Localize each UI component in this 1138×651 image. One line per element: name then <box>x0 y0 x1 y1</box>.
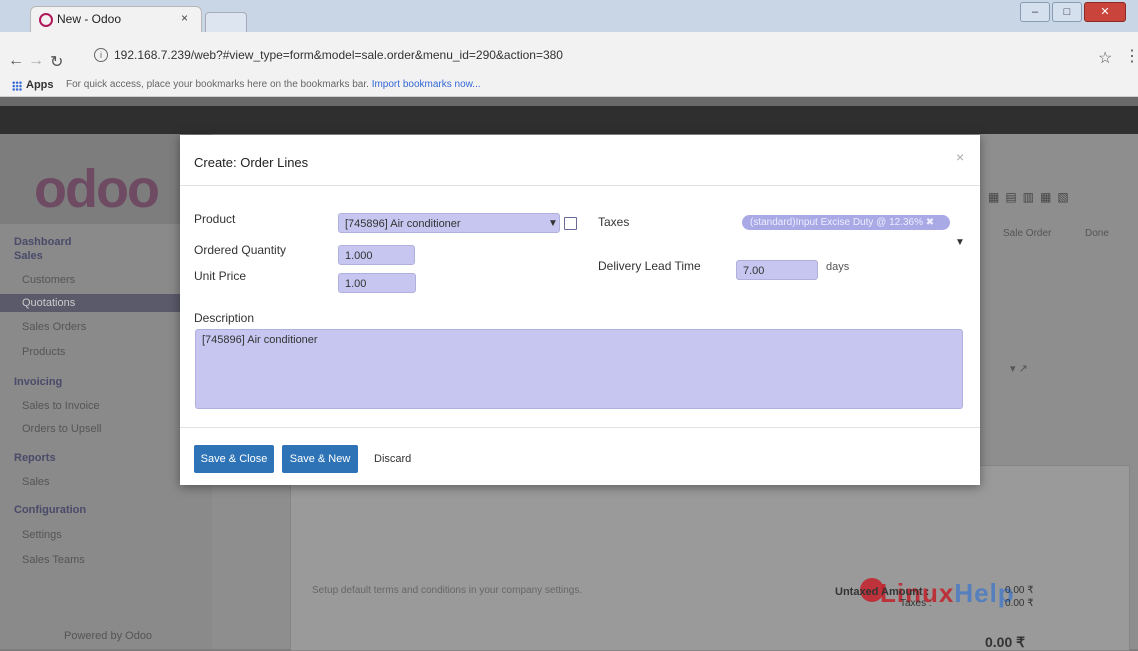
delivery-lead-time-label: Delivery Lead Time <box>598 259 701 273</box>
tax-tag[interactable]: (standard)Input Excise Duty @ 12.36% ✖ <box>742 215 950 230</box>
browser-tab[interactable]: New - Odoo × <box>30 6 202 33</box>
unit-price-label: Unit Price <box>194 269 247 283</box>
dialog-footer-divider <box>180 427 980 428</box>
page-top-strip <box>0 97 1138 106</box>
external-link-icon[interactable] <box>564 217 577 230</box>
ordered-quantity-label: Ordered Quantity <box>194 243 287 257</box>
bookmarks-bar: Apps For quick access, place your bookma… <box>0 76 1138 97</box>
sidebar-item-sales-teams[interactable]: Sales Teams <box>22 554 85 566</box>
dialog-close-icon[interactable]: × <box>956 149 964 165</box>
url-field[interactable]: i 192.168.7.239/web?#view_type=form&mode… <box>92 44 1092 68</box>
odoo-favicon-icon <box>39 13 53 27</box>
total-amount: 0.00 ₹ <box>985 634 1026 650</box>
view-switcher-icons[interactable]: ▦▤▥▦▧ <box>988 190 1075 204</box>
dialog-header-divider <box>180 185 980 186</box>
untaxed-amount-label: Untaxed Amount : <box>835 586 930 598</box>
url-text: 192.168.7.239/web?#view_type=form&model=… <box>114 48 563 62</box>
ordered-quantity-input[interactable]: 1.000 <box>338 245 415 265</box>
dialog-title: Create: Order Lines <box>194 155 309 170</box>
powered-by-odoo[interactable]: Powered by Odoo <box>64 630 152 642</box>
bg-dropdown-icon: ▾ ↗ <box>1010 363 1028 375</box>
discard-button[interactable]: Discard <box>374 453 411 465</box>
bookmarks-hint: For quick access, place your bookmarks h… <box>66 79 481 90</box>
order-line-dialog: Create: Order Lines × Product [745896] A… <box>180 135 980 485</box>
status-done: Done <box>1085 228 1109 239</box>
reload-icon[interactable]: ↻ <box>50 52 63 72</box>
menu-kebab-icon[interactable]: ⋮ <box>1124 46 1138 66</box>
back-arrow-icon[interactable]: ← <box>8 52 24 70</box>
taxes-label: Taxes <box>598 215 630 229</box>
tab-title: New - Odoo <box>57 12 122 26</box>
import-bookmarks-link[interactable]: Import bookmarks now... <box>372 79 481 90</box>
sidebar-item-reports-sales[interactable]: Sales <box>22 476 50 488</box>
window-controls: – □ ✕ <box>1020 2 1130 22</box>
product-select[interactable]: [745896] Air conditioner <box>338 213 560 233</box>
description-textarea[interactable]: [745896] Air conditioner <box>195 329 963 409</box>
sidebar-reports-heading: Reports <box>14 452 56 464</box>
sidebar-item-settings[interactable]: Settings <box>22 529 62 541</box>
sidebar-item-customers[interactable]: Customers <box>22 274 75 286</box>
odoo-logo: odoo <box>34 159 160 219</box>
info-icon[interactable]: i <box>94 48 108 62</box>
sidebar-sales-heading: Sales <box>14 250 43 262</box>
tab-close-icon[interactable]: × <box>181 11 188 25</box>
sidebar-item-quotations[interactable]: Quotations <box>22 297 75 309</box>
order-sheet <box>290 465 1130 651</box>
taxes-amount-label: Taxes : <box>900 598 932 609</box>
odoo-top-nav <box>0 106 1138 134</box>
save-new-button[interactable]: Save & New <box>282 445 358 473</box>
description-label: Description <box>194 311 255 325</box>
product-dropdown-icon[interactable]: ▼ <box>548 218 558 229</box>
forward-arrow-icon[interactable]: → <box>28 52 44 70</box>
sidebar-dashboard[interactable]: Dashboard <box>14 236 71 248</box>
unit-price-input[interactable]: 1.00 <box>338 273 416 293</box>
terms-note: Setup default terms and conditions in yo… <box>312 585 583 596</box>
days-unit: days <box>826 261 850 273</box>
sidebar-configuration-heading: Configuration <box>14 504 87 516</box>
product-value: [745896] Air conditioner <box>345 218 461 230</box>
status-sale-order: Sale Order <box>1003 228 1052 239</box>
product-label: Product <box>194 212 236 226</box>
bookmark-star-icon[interactable]: ☆ <box>1098 48 1112 68</box>
sidebar-item-sales-to-invoice[interactable]: Sales to Invoice <box>22 400 100 412</box>
taxes-dropdown-icon[interactable]: ▼ <box>955 237 965 248</box>
minimize-icon[interactable]: – <box>1020 2 1050 22</box>
sidebar-invoicing-heading: Invoicing <box>14 376 63 388</box>
save-close-button[interactable]: Save & Close <box>194 445 274 473</box>
sidebar-item-sales-orders[interactable]: Sales Orders <box>22 321 86 333</box>
window-close-icon[interactable]: ✕ <box>1084 2 1126 22</box>
sidebar-item-orders-to-upsell[interactable]: Orders to Upsell <box>22 423 101 435</box>
untaxed-amount-value: 0.00 ₹ <box>1005 585 1034 596</box>
sidebar-item-products[interactable]: Products <box>22 346 65 358</box>
apps-grid-icon[interactable] <box>12 81 22 91</box>
new-tab-button[interactable] <box>205 12 247 34</box>
delivery-lead-time-input[interactable]: 7.00 <box>736 260 818 280</box>
maximize-icon[interactable]: □ <box>1052 2 1082 22</box>
apps-shortcut[interactable]: Apps <box>26 79 54 91</box>
tag-remove-icon[interactable]: ✖ <box>926 217 934 228</box>
taxes-amount-value: 0.00 ₹ <box>1005 598 1034 609</box>
